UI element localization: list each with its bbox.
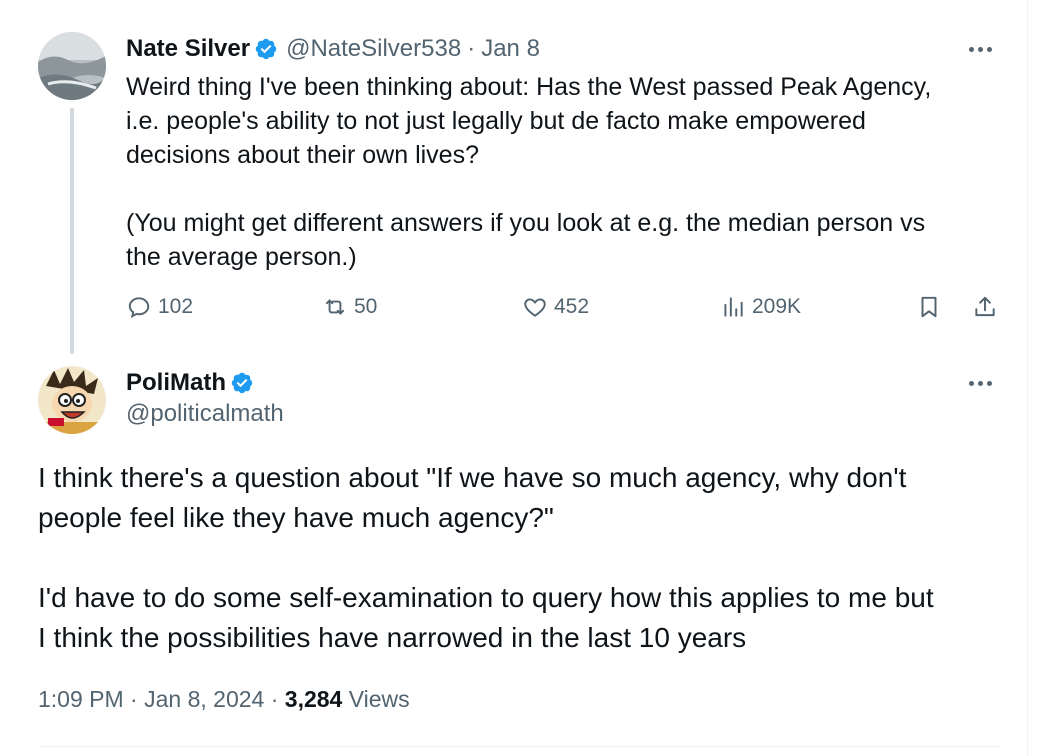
tweet-full-date[interactable]: Jan 8, 2024	[144, 686, 264, 712]
like-button[interactable]: 452	[522, 294, 589, 320]
reply-count: 102	[158, 295, 194, 318]
views-button[interactable]: 209K	[720, 294, 801, 320]
views-label: Views	[348, 686, 410, 712]
share-icon	[975, 296, 995, 317]
author-handle[interactable]: @politicalmath	[126, 400, 284, 428]
views-icon	[724, 297, 743, 317]
bookmark-button[interactable]	[916, 294, 942, 320]
thread-line	[70, 108, 74, 354]
tweet-text: I think there's a question about "If we …	[38, 462, 934, 653]
verified-badge-icon	[231, 372, 253, 394]
avatar-polimath[interactable]	[38, 366, 106, 434]
quoted-tweet[interactable]: Nate Silver @NateSilver538 · Jan 8 Weird…	[0, 0, 1028, 354]
retweet-button[interactable]: 50	[322, 294, 377, 320]
tweet-text: Weird thing I've been thinking about: Ha…	[126, 73, 932, 271]
tweet-metadata: 1:09 PM · Jan 8, 2024 · 3,284 Views	[38, 686, 410, 712]
reply-icon	[128, 297, 150, 319]
separator-dot: ·	[467, 35, 476, 62]
more-icon[interactable]	[969, 381, 992, 386]
tweet-date[interactable]: Jan 8	[481, 35, 540, 63]
author-name[interactable]: PoliMath	[126, 369, 226, 397]
retweet-count: 50	[354, 295, 378, 318]
author-name[interactable]: Nate Silver	[126, 35, 250, 63]
tweet-time[interactable]: 1:09 PM	[38, 686, 124, 712]
reply-button[interactable]: 102	[126, 294, 193, 320]
more-icon[interactable]	[969, 47, 992, 52]
retweet-icon	[325, 299, 345, 315]
like-icon	[524, 298, 546, 317]
avatar-nate-silver[interactable]	[38, 32, 106, 100]
views-number: 3,284	[284, 686, 343, 712]
verified-badge-icon	[255, 38, 277, 60]
share-button[interactable]	[972, 294, 998, 320]
action-bar: 102 50 452 209K	[126, 294, 1006, 330]
bookmark-icon	[921, 296, 937, 318]
author-handle[interactable]: @NateSilver538	[286, 35, 461, 63]
views-count: 209K	[752, 295, 802, 318]
divider	[38, 746, 1000, 747]
like-count: 452	[554, 295, 590, 318]
